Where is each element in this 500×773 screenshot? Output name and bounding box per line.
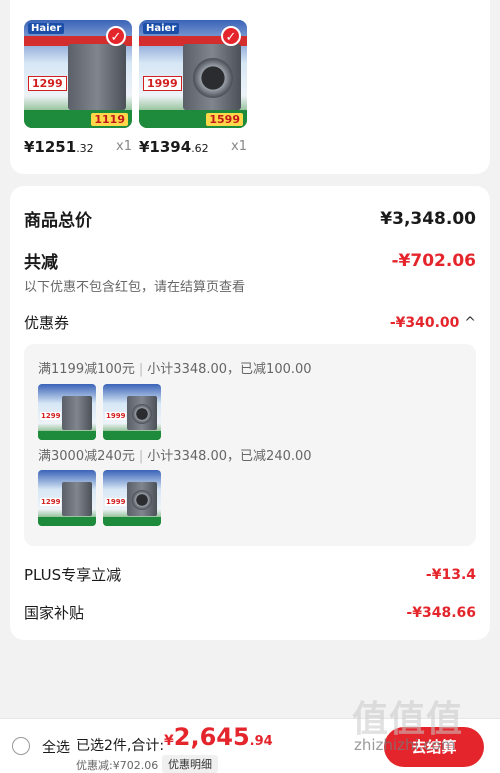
discount-amount: 优惠减:¥702.06 bbox=[76, 759, 159, 772]
coupon-product-thumb: 1999 bbox=[103, 470, 161, 526]
total-int: 2,645 bbox=[173, 723, 250, 751]
product-price-1: ¥1251.32 bbox=[24, 138, 94, 156]
plus-label: PLUS专享立减 bbox=[24, 566, 122, 584]
price-int: ¥1394 bbox=[139, 138, 192, 156]
washer-image bbox=[183, 44, 241, 110]
total-row: 商品总价 ¥3,348.00 bbox=[24, 206, 476, 232]
tag-price: 1999 bbox=[143, 76, 182, 91]
total-dec: .94 bbox=[249, 734, 273, 749]
coupon-line-2: 满3000减240元 | 小计3348.00，已减240.00 bbox=[38, 449, 312, 464]
coupon-subtotal: 小计3348.00，已减240.00 bbox=[147, 449, 312, 464]
price-int: ¥1251 bbox=[24, 138, 77, 156]
coupon-value-wrap[interactable]: -¥340.00 ^ bbox=[390, 315, 476, 331]
price-dec: .62 bbox=[191, 142, 209, 155]
coupon-subtotal: 小计3348.00，已减100.00 bbox=[147, 362, 312, 377]
bottom-price: 1599 bbox=[206, 113, 243, 126]
subsidy-value: -¥348.66 bbox=[406, 604, 476, 621]
chevron-up-icon: ^ bbox=[464, 314, 476, 331]
select-all-label[interactable]: 全选 bbox=[42, 737, 70, 757]
checkout-bar: 全选 已选2件,合计: ¥2,645.94 优惠减:¥702.06 优惠明细 去… bbox=[0, 718, 500, 773]
coupon-product-thumb: 1299 bbox=[38, 470, 96, 526]
bottom-price: 1119 bbox=[91, 113, 128, 126]
reduce-row: 共减 -¥702.06 bbox=[24, 248, 477, 274]
coupon-row[interactable]: 优惠券 -¥340.00 ^ bbox=[24, 312, 476, 333]
coupon-value: -¥340.00 bbox=[389, 314, 460, 331]
discount-detail-button[interactable]: 优惠明细 bbox=[162, 755, 218, 773]
product-image-2[interactable]: Haier 1999 1599 ✓ bbox=[139, 20, 247, 128]
coupon-rule: 满3000减240元 bbox=[38, 449, 135, 464]
product-card: Haier 1299 1119 ✓ Haier 1999 1599 ✓ ¥125… bbox=[10, 0, 490, 174]
product-image-1[interactable]: Haier 1299 1119 ✓ bbox=[24, 20, 132, 128]
product-qty-2: x1 bbox=[231, 139, 247, 154]
checkout-button[interactable]: 去结算 bbox=[384, 727, 484, 767]
subsidy-row: 国家补贴 -¥348.66 bbox=[24, 602, 476, 623]
plus-row: PLUS专享立减 -¥13.4 bbox=[24, 564, 476, 585]
reduce-note: 以下优惠不包含红包，请在结算页查看 bbox=[24, 280, 246, 295]
product-price-2: ¥1394.62 bbox=[139, 138, 209, 156]
product-qty-1: x1 bbox=[116, 139, 132, 154]
total-price: ¥2,645.94 bbox=[164, 723, 273, 751]
price-summary-card: 商品总价 ¥3,348.00 共减 -¥702.06 以下优惠不包含红包，请在结… bbox=[10, 186, 490, 640]
coupon-product-thumb: 1299 bbox=[38, 384, 96, 440]
drum-icon bbox=[193, 58, 233, 98]
reduce-label: 共减 bbox=[24, 253, 58, 273]
select-all-radio[interactable] bbox=[12, 737, 30, 755]
coupon-rule: 满1199减100元 bbox=[38, 362, 135, 377]
coupon-detail-box: 满1199减100元 | 小计3348.00，已减100.00 1299 1999 … bbox=[24, 344, 476, 546]
check-icon[interactable]: ✓ bbox=[106, 26, 126, 46]
total-value: ¥3,348.00 bbox=[380, 208, 476, 229]
washer-image bbox=[68, 44, 126, 110]
total-label: 商品总价 bbox=[24, 211, 92, 231]
reduce-value: -¥702.06 bbox=[391, 250, 477, 271]
check-icon[interactable]: ✓ bbox=[221, 26, 241, 46]
plus-value: -¥13.4 bbox=[425, 566, 476, 583]
coupon-label: 优惠券 bbox=[24, 314, 70, 332]
coupon-line-1: 满1199减100元 | 小计3348.00，已减100.00 bbox=[38, 362, 312, 377]
coupon-product-thumb: 1999 bbox=[103, 384, 161, 440]
total-currency: ¥ bbox=[164, 733, 174, 749]
subsidy-label: 国家补贴 bbox=[24, 604, 85, 622]
brand-logo: Haier bbox=[143, 23, 180, 34]
price-dec: .32 bbox=[76, 142, 94, 155]
tag-price: 1299 bbox=[28, 76, 67, 91]
brand-logo: Haier bbox=[28, 23, 65, 34]
selected-count: 已选2件,合计: bbox=[76, 738, 165, 754]
